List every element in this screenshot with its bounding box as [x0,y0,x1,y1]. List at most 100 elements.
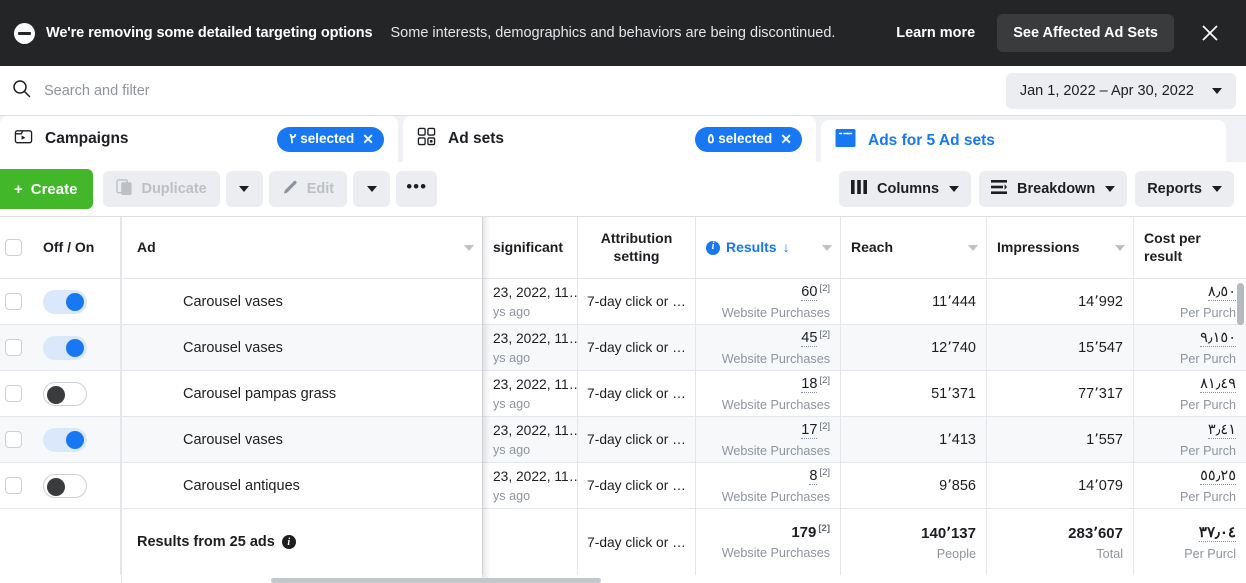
banner-subtitle: Some interests, demographics and behavio… [390,25,836,41]
row-ad-cell[interactable]: Carousel vases [121,279,483,324]
totals-select-cell [0,509,27,575]
create-plus-icon: + [14,180,23,198]
row-impressions-cell: 14٬079 [987,463,1134,508]
header-reach-dropdown-icon[interactable] [968,244,978,251]
campaigns-selected-badge[interactable]: ٢ selected ✕ [277,126,384,152]
toggle-knob [47,385,65,404]
header-results-dropdown-icon[interactable] [822,244,832,251]
create-button[interactable]: + Create [0,169,94,209]
impressions-value: 77٬317 [1078,385,1123,402]
header-results[interactable]: i Results ↓ [696,217,841,278]
results-value: 45 [801,329,818,347]
row-checkbox[interactable] [5,385,22,402]
row-ad-cell[interactable]: Carousel vases [121,417,483,462]
search-input[interactable] [44,66,1006,115]
row-ad-cell[interactable]: Carousel pampas grass [121,371,483,416]
row-select-cell[interactable] [0,463,27,508]
header-delivery[interactable]: significant [483,217,578,278]
cost-value: ٨٫٥٠ [1207,283,1236,301]
ad-status-toggle[interactable] [43,427,87,452]
attribution-value: 7-day click or … [587,432,686,447]
edit-button[interactable]: Edit [268,171,348,207]
row-attribution-cell: 7-day click or … [578,463,696,508]
ad-status-toggle[interactable] [43,289,87,314]
table-row[interactable]: Carousel antiques 23, 2022, 11… ys ago 7… [0,463,1246,509]
date-range-picker[interactable]: Jan 1, 2022 – Apr 30, 2022 [1005,72,1236,109]
cost-metric-label: Per Purch [1180,305,1236,320]
ad-name: Carousel antiques [183,477,300,494]
header-delivery-label: significant [493,238,564,255]
row-results-cell: 45 [2] Website Purchases [696,325,841,370]
table-row[interactable]: Carousel pampas grass 23, 2022, 11… ys a… [0,371,1246,417]
tab-campaigns[interactable]: Campaigns ٢ selected ✕ [0,116,398,162]
row-toggle-cell[interactable] [27,371,121,416]
row-ad-cell[interactable]: Carousel antiques [121,463,483,508]
ad-status-toggle[interactable] [43,335,87,360]
ad-status-toggle[interactable] [43,473,87,498]
table-row[interactable]: Carousel vases 23, 2022, 11… ys ago 7-da… [0,417,1246,463]
reports-button[interactable]: Reports [1135,171,1234,207]
header-impressions[interactable]: Impressions [987,217,1134,278]
row-checkbox[interactable] [5,477,22,494]
header-attribution-label: Attribution setting [600,230,673,264]
select-all-checkbox[interactable] [5,239,22,256]
columns-button[interactable]: Columns [839,171,972,207]
results-stack: 45 [2] Website Purchases [722,325,830,370]
header-cost-per-result[interactable]: Cost per result [1134,217,1246,278]
horizontal-scrollbar-track[interactable] [121,578,1246,583]
clear-campaigns-selection-icon[interactable]: ✕ [362,132,374,146]
header-off-on: Off / On [27,217,121,278]
row-toggle-cell[interactable] [27,463,121,508]
row-reach-cell: 1٬413 [841,417,987,462]
row-toggle-cell[interactable] [27,417,121,462]
more-actions-button[interactable]: ••• [396,171,438,207]
row-select-cell[interactable] [0,417,27,462]
header-ad[interactable]: Ad [121,217,483,278]
header-reach[interactable]: Reach [841,217,987,278]
row-checkbox[interactable] [5,431,22,448]
impressions-value: 14٬992 [1078,293,1123,310]
row-checkbox[interactable] [5,293,22,310]
edit-pencil-icon [282,179,299,200]
tab-ads[interactable]: Ads for 5 Ad sets [821,120,1226,162]
edit-dropdown-button[interactable] [353,171,391,207]
row-toggle-cell[interactable] [27,279,121,324]
announcement-banner: We're removing some detailed targeting o… [0,0,1246,66]
duplicate-button[interactable]: Duplicate [103,171,220,207]
info-icon[interactable]: i [706,240,720,255]
tab-ad-sets[interactable]: Ad sets ٥ selected ✕ [403,116,816,162]
action-toolbar: + Create Duplicate Edit ••• Columns Brea… [0,162,1246,217]
cost-stack: ٣٫٤١ Per Purch [1180,417,1236,462]
date-range-label: Jan 1, 2022 – Apr 30, 2022 [1019,82,1194,99]
clear-adsets-selection-icon[interactable]: ✕ [780,132,792,146]
horizontal-scrollbar-thumb[interactable] [271,578,601,583]
vertical-scrollbar[interactable] [1237,283,1244,325]
row-select-cell[interactable] [0,371,27,416]
search-field-wrapper[interactable] [0,66,1006,115]
learn-more-link[interactable]: Learn more [896,25,975,41]
row-select-cell[interactable] [0,279,27,324]
campaign-folder-icon [14,127,33,151]
select-all-cell[interactable] [0,217,27,278]
duplicate-dropdown-button[interactable] [225,171,263,207]
row-select-cell[interactable] [0,325,27,370]
close-icon[interactable] [1192,15,1228,51]
row-ad-cell[interactable]: Carousel vases [121,325,483,370]
see-affected-ad-sets-button[interactable]: See Affected Ad Sets [997,14,1174,52]
chevron-down-icon [1105,186,1116,192]
delivery-date: 23, 2022, 11… [493,284,578,300]
row-checkbox[interactable] [5,339,22,356]
chevron-down-icon [949,186,960,192]
breakdown-button[interactable]: Breakdown [979,171,1128,207]
reach-value: 11٬444 [932,293,976,310]
info-icon[interactable]: i [281,535,296,549]
row-toggle-cell[interactable] [27,325,121,370]
adsets-selected-badge[interactable]: ٥ selected ✕ [695,126,802,152]
header-ad-sort-icon[interactable] [464,244,474,251]
table-row[interactable]: Carousel vases 23, 2022, 11… ys ago 7-da… [0,325,1246,371]
header-impressions-dropdown-icon[interactable] [1115,244,1125,251]
table-row[interactable]: Carousel vases 23, 2022, 11… ys ago 7-da… [0,279,1246,325]
results-number: 8 [2] [809,467,830,485]
ad-status-toggle[interactable] [43,381,87,406]
columns-label: Columns [877,181,940,197]
